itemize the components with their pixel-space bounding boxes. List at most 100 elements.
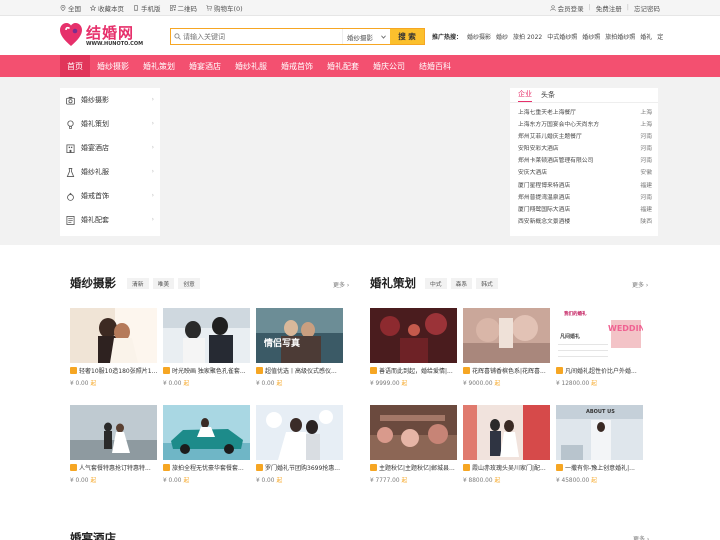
list-item[interactable]: 郑州普提湾温泉酒店 河南 [518,192,652,204]
product-card[interactable]: 旅拍全程无忧豪华套餐套... ¥ 0.00 起 [163,405,250,484]
category-item-wedding-photo[interactable]: 婚纱摄影 › [60,88,160,112]
product-card[interactable]: 主题秋亿|主题秋亿|郸城县... ¥ 7777.00 起 [370,405,457,484]
price-unit: 起 [401,478,408,484]
more-label: 更多 [632,282,645,289]
forgot-password-link[interactable]: 忘记密码 [634,3,660,13]
product-card[interactable]: 花辉喜铺香槟色系|花辉喜... ¥ 9000.00 起 [463,308,550,387]
hot-search-link[interactable]: 中式婚纱照 [547,32,577,41]
search-icon [171,29,183,44]
nav-item-wedding-supplies[interactable]: 婚礼配套 [320,55,366,77]
bulb-icon [67,119,74,129]
hot-search-link[interactable]: 婚纱摄影 [467,32,491,41]
category-item-wedding-supplies[interactable]: 婚礼配套 › [60,208,160,232]
product-card[interactable]: 人气套餐特惠抢订特惠特... ¥ 0.00 起 [70,405,157,484]
product-price: ¥ 12800.00 [556,381,590,387]
product-title: 人气套餐特惠抢订特惠特... [79,465,151,472]
chevron-right-icon: › [151,168,154,175]
tag-creative[interactable]: 创意 [178,278,200,289]
product-card[interactable]: 善语而此到起，婚给爱情|... ¥ 9999.00 起 [370,308,457,387]
login-label: 会员登录 [557,5,584,13]
price-unit: 起 [591,381,598,387]
hotel-icon [66,143,75,153]
category-label: 婚礼策划 [81,120,109,128]
login-link[interactable]: 会员登录 [549,3,584,13]
register-link[interactable]: 免费注册 [596,3,622,13]
tab-enterprise[interactable]: 企业 [518,89,532,102]
list-item[interactable]: 郑州卡莱顿酒店管理有限公司 河南 [518,155,652,167]
hot-search-link[interactable]: 旅拍 2022 [513,32,542,41]
product-card[interactable]: 我们的婚礼 WEDDING 凡间婚礼 凡间婚礼超性价比户外婚... ¥ 1280… [556,308,643,387]
hot-search-link[interactable]: 婚纱照 [582,32,600,41]
list-item[interactable]: 郑州艾菲儿婚庆主题餐厅 河南 [518,131,652,143]
mobile-icon [134,5,138,11]
product-image [370,308,457,363]
star-icon [90,5,96,11]
qrcode-link[interactable]: 二维码 [169,3,197,13]
search-button[interactable]: 搜 索 [390,29,424,44]
list-item[interactable]: 西安新概念文景酒楼 陕西 [518,216,652,228]
shop-icon [256,464,263,471]
product-title: 霞山赤玫瑰头吴川家门|配... [472,465,546,472]
hot-search-link[interactable]: 婚礼 [640,32,652,41]
cart-link[interactable]: 购物车(0) [206,3,243,13]
product-title: 轻奢10服10造180张照片1... [79,368,157,375]
list-item[interactable]: 厦门星程博来特酒店 福建 [518,180,652,192]
nav-item-home[interactable]: 首页 [60,55,90,77]
category-item-wedding-planning[interactable]: 婚礼策划 › [60,112,160,136]
mobile-link[interactable]: 手机版 [133,3,161,13]
brand-name: 结婚网 [86,24,135,42]
hot-search-link[interactable]: 婚纱 [496,32,508,41]
product-price: ¥ 7777.00 [370,478,400,484]
more-link-hotel[interactable]: 更多 › [633,534,649,540]
price-unit: 起 [401,381,408,387]
bookmark-link[interactable]: 收藏本页 [90,3,124,13]
list-item[interactable]: 安庆大酒店 安徽 [518,167,652,179]
product-price: ¥ 0.00 [70,381,89,387]
shop-icon [370,367,377,374]
enterprise-region: 上海 [640,110,652,116]
nav-item-wedding-planning[interactable]: 婚礼策划 [136,55,182,77]
list-item[interactable]: 厦门翔鹭国际大酒店 福建 [518,204,652,216]
category-item-wedding-dress[interactable]: 婚纱礼服 › [60,160,160,184]
tag-chinese[interactable]: 中式 [425,278,447,289]
search-category-select[interactable]: 婚纱摄影 [342,29,390,44]
tag-beautiful[interactable]: 唯美 [152,278,175,289]
nav-item-wedding-encyclopedia[interactable]: 结婚百科 [412,55,458,77]
product-price: ¥ 8800.00 [463,478,493,484]
region-link[interactable]: 全国 [60,3,81,13]
category-item-banquet-hotel[interactable]: 婚宴酒店 › [60,136,160,160]
camera-icon [66,96,75,105]
hot-search-link[interactable]: 旅拍婚纱照 [605,32,635,41]
more-link-planning[interactable]: 更多 › [632,280,648,289]
more-link-photo[interactable]: 更多 › [333,280,349,289]
nav-item-wedding-photo[interactable]: 婚纱摄影 [90,55,136,77]
nav-item-rings-jewelry[interactable]: 婚戒首饰 [274,55,320,77]
list-item[interactable]: 上海东方万国宴会中心天尚东方 上海 [518,119,652,131]
tag-korean[interactable]: 韩式 [476,278,498,289]
category-item-rings-jewelry[interactable]: 婚戒首饰 › [60,184,160,208]
product-card[interactable]: 罗门婚礼节团购3699抢惠... ¥ 0.00 起 [256,405,343,484]
tag-forest[interactable]: 森系 [450,278,473,289]
product-card[interactable]: 情侣写真 超值优选丨高级仪式感仪... ¥ 0.00 起 [256,308,343,387]
product-card[interactable]: 轻奢10服10造180张照片1... ¥ 0.00 起 [70,308,157,387]
product-card[interactable]: 时光映画 独家聚色孔雀套... ¥ 0.00 起 [163,308,250,387]
nav-item-wedding-dress[interactable]: 婚纱礼服 [228,55,274,77]
nav-item-wedding-company[interactable]: 婚庆公司 [366,55,412,77]
category-label: 婚戒首饰 [81,192,109,200]
site-logo[interactable]: 结婚网 WWW.HUNOTO.COM [60,22,155,50]
hot-search-link[interactable]: 定 [657,32,663,41]
price-unit: 起 [90,478,97,484]
category-label: 婚纱礼服 [81,168,109,176]
product-card[interactable]: 霞山赤玫瑰头吴川家门|配... ¥ 8800.00 起 [463,405,550,484]
tag-list: 中式 森系 韩式 [425,278,498,289]
product-card[interactable]: ABOUT US 一撒有你-豫上创意婚礼|... ¥ 45800.00 起 [556,405,643,484]
nav-item-banquet-hotel[interactable]: 婚宴酒店 [182,55,228,77]
list-item[interactable]: 上海七重天老上海餐厅 上海 [518,107,652,119]
shop-icon [556,464,563,471]
shop-icon [463,464,470,471]
tag-fresh[interactable]: 清新 [127,278,149,289]
price-unit: 起 [183,381,190,387]
list-item[interactable]: 安阳安彩大酒店 河南 [518,143,652,155]
search-input[interactable] [183,29,342,44]
tab-headlines[interactable]: 头条 [541,90,555,102]
